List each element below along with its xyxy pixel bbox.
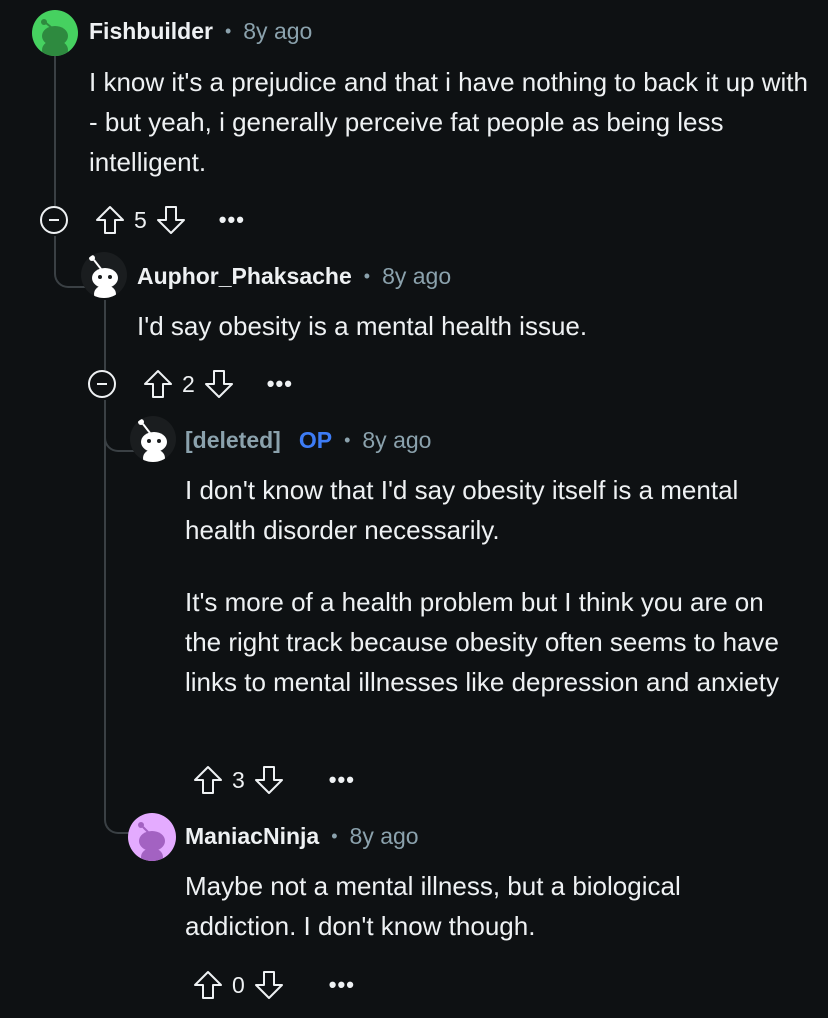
comment-actions: 0 ••• xyxy=(192,965,355,1005)
comment-actions: 3 ••• xyxy=(192,760,355,800)
author-name: [deleted] xyxy=(185,427,281,453)
comment-paragraph: I don't know that I'd say obesity itself… xyxy=(185,475,739,545)
separator-dot: • xyxy=(344,430,351,450)
more-options-button[interactable]: ••• xyxy=(267,371,293,397)
avatar[interactable] xyxy=(130,416,176,462)
author-name[interactable]: Auphor_Phaksache xyxy=(137,263,352,290)
separator-dot: • xyxy=(331,826,338,846)
vote-score: 5 xyxy=(134,206,147,233)
timestamp: 8y ago xyxy=(362,427,432,453)
timestamp: 8y ago xyxy=(349,823,419,849)
downvote-icon[interactable] xyxy=(203,368,235,400)
collapse-button[interactable] xyxy=(40,206,68,234)
comment-meta: [deleted] OP • 8y ago xyxy=(185,427,431,454)
comment-meta: ManiacNinja • 8y ago xyxy=(185,823,419,850)
comment-body: I don't know that I'd say obesity itself… xyxy=(185,470,785,702)
comment-meta: Fishbuilder • 8y ago xyxy=(89,18,312,45)
vote-score: 0 xyxy=(232,971,245,998)
vote-score: 2 xyxy=(182,370,195,397)
comment-paragraph: Maybe not a mental illness, but a biolog… xyxy=(185,871,681,941)
author-name[interactable]: Fishbuilder xyxy=(89,18,213,45)
separator-dot: • xyxy=(363,266,371,286)
author-name[interactable]: ManiacNinja xyxy=(185,823,319,850)
more-options-button[interactable]: ••• xyxy=(219,207,245,233)
separator-dot: • xyxy=(224,21,232,41)
upvote-icon[interactable] xyxy=(142,368,174,400)
thread-line xyxy=(54,56,56,206)
downvote-icon[interactable] xyxy=(253,764,285,796)
comment-paragraph: I'd say obesity is a mental health issue… xyxy=(137,311,588,341)
downvote-icon[interactable] xyxy=(155,204,187,236)
comment-paragraph: It's more of a health problem but I thin… xyxy=(185,587,780,697)
op-badge: OP xyxy=(298,427,333,453)
downvote-icon[interactable] xyxy=(253,969,285,1001)
more-options-button[interactable]: ••• xyxy=(329,767,355,793)
comment-meta: Auphor_Phaksache • 8y ago xyxy=(137,263,451,290)
comment-body: Maybe not a mental illness, but a biolog… xyxy=(185,866,785,946)
collapse-button[interactable] xyxy=(88,370,116,398)
timestamp: 8y ago xyxy=(243,18,313,44)
more-options-button[interactable]: ••• xyxy=(329,972,355,998)
avatar[interactable] xyxy=(32,10,78,56)
comment-body: I know it's a prejudice and that i have … xyxy=(89,62,809,182)
thread-elbow xyxy=(104,400,130,834)
upvote-icon[interactable] xyxy=(192,764,224,796)
comment-actions: 5 ••• xyxy=(40,200,245,240)
avatar[interactable] xyxy=(128,813,176,861)
comment-body: I'd say obesity is a mental health issue… xyxy=(137,306,807,346)
upvote-icon[interactable] xyxy=(94,204,126,236)
comment-actions: 2 ••• xyxy=(88,364,293,404)
avatar[interactable] xyxy=(81,252,127,298)
timestamp: 8y ago xyxy=(382,263,452,289)
thread-line xyxy=(104,300,106,370)
upvote-icon[interactable] xyxy=(192,969,224,1001)
comment-paragraph: I know it's a prejudice and that i have … xyxy=(89,67,808,177)
vote-score: 3 xyxy=(232,766,245,793)
